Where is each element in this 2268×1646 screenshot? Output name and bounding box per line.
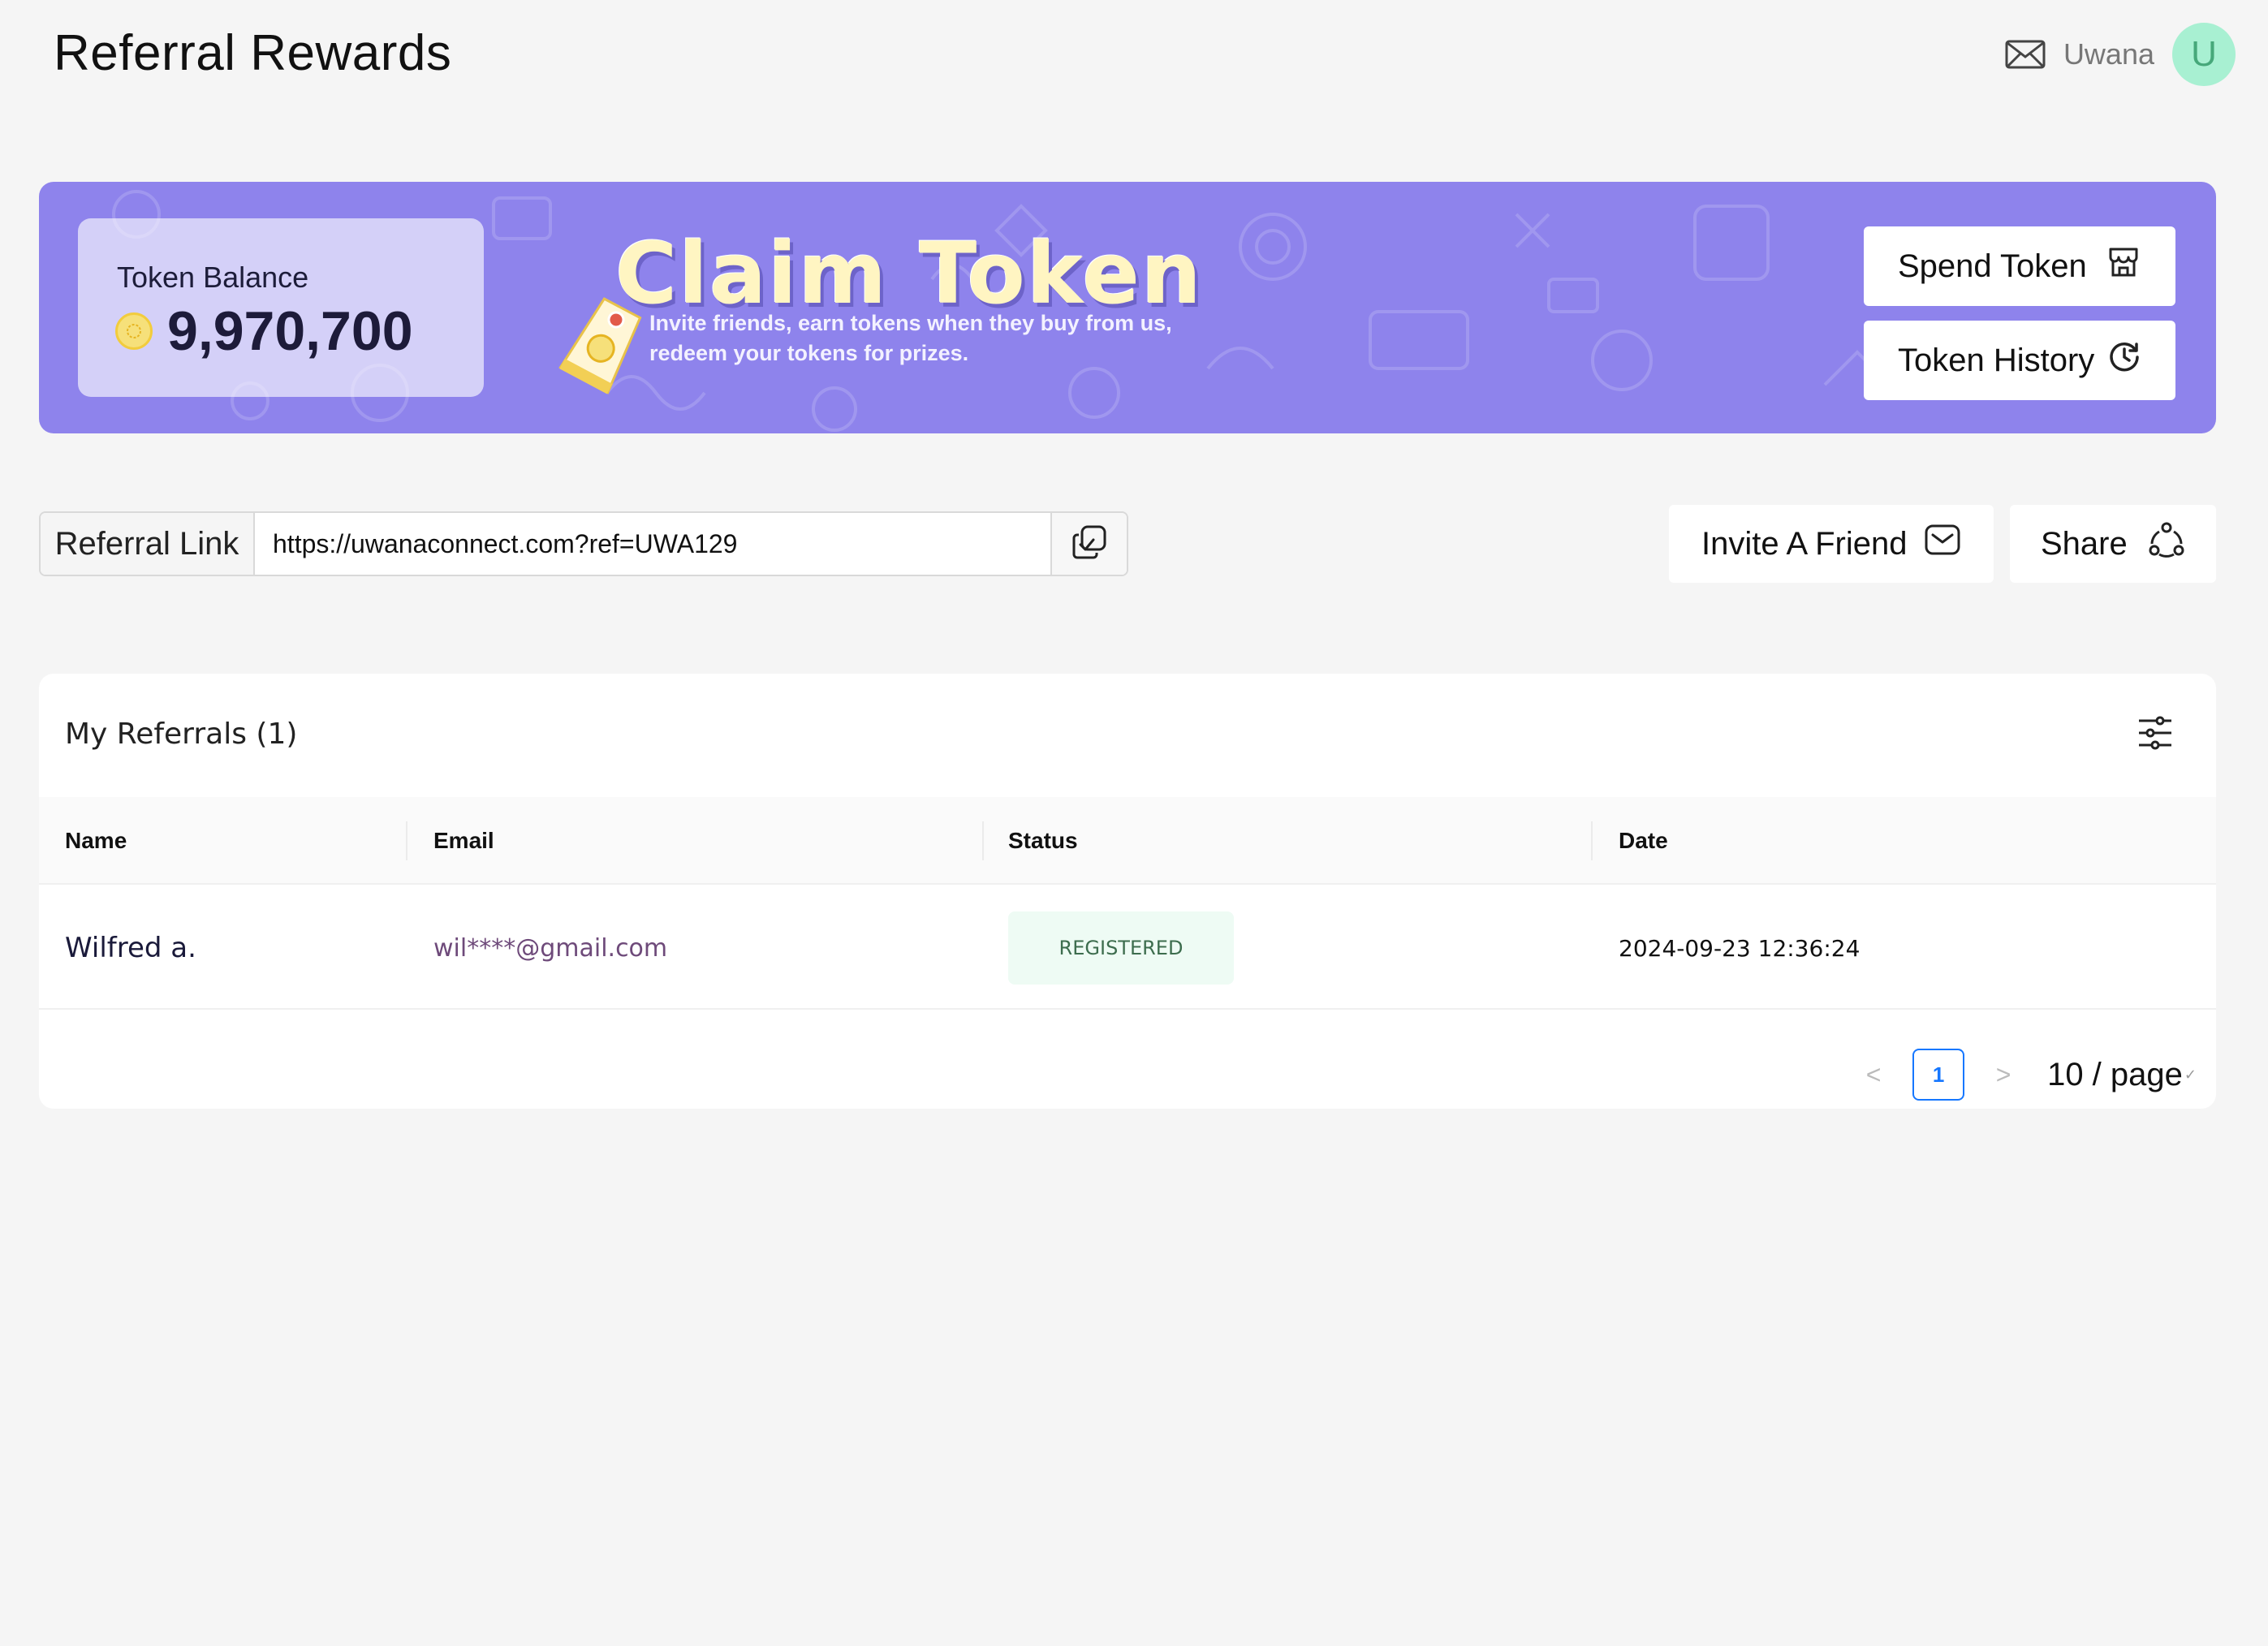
mail-icon[interactable] bbox=[2005, 40, 2046, 69]
my-referrals-card: My Referrals (1) Name Email Status Date … bbox=[39, 674, 2216, 1109]
copy-link-button[interactable] bbox=[1050, 513, 1127, 575]
page-size-select[interactable]: 10 / page ✓ bbox=[2047, 1057, 2197, 1093]
table-header: Name Email Status Date bbox=[39, 797, 2216, 885]
referral-link-input[interactable] bbox=[255, 513, 1050, 575]
token-balance-card: Token Balance 9,970,700 bbox=[78, 218, 484, 397]
share-icon bbox=[2148, 521, 2185, 567]
spend-token-label: Spend Token bbox=[1898, 248, 2087, 284]
avatar[interactable]: U bbox=[2172, 23, 2236, 86]
store-icon bbox=[2106, 244, 2141, 288]
page-size-value: 10 / page bbox=[2047, 1056, 2183, 1092]
prev-page-button[interactable]: < bbox=[1857, 1060, 1890, 1090]
mail-icon bbox=[1924, 524, 1961, 564]
coin-icon bbox=[115, 312, 153, 350]
page-title: Referral Rewards bbox=[54, 25, 452, 81]
user-name[interactable]: Uwana bbox=[2063, 37, 2154, 71]
cell-name: Wilfred a. bbox=[65, 932, 196, 964]
column-header-date[interactable]: Date bbox=[1619, 797, 1668, 885]
filter-settings-icon[interactable] bbox=[2136, 714, 2174, 756]
column-header-name[interactable]: Name bbox=[65, 797, 127, 885]
invite-friend-button[interactable]: Invite A Friend bbox=[1669, 505, 1994, 583]
column-header-email[interactable]: Email bbox=[433, 797, 494, 885]
user-menu[interactable]: Uwana U bbox=[2005, 23, 2236, 86]
cell-email: wil****@gmail.com bbox=[433, 933, 668, 963]
referral-link-label: Referral Link bbox=[41, 513, 255, 575]
page-number-button[interactable]: 1 bbox=[1912, 1049, 1965, 1101]
share-label: Share bbox=[2041, 525, 2128, 562]
cell-date: 2024-09-23 12:36:24 bbox=[1619, 934, 1861, 962]
invite-friend-label: Invite A Friend bbox=[1701, 525, 1908, 562]
column-header-status[interactable]: Status bbox=[1008, 797, 1078, 885]
referral-link-group: Referral Link bbox=[39, 511, 1128, 576]
status-badge: REGISTERED bbox=[1008, 911, 1234, 985]
next-page-button[interactable]: > bbox=[1987, 1060, 2020, 1090]
table-row[interactable]: Wilfred a. wil****@gmail.com REGISTERED … bbox=[39, 886, 2216, 1010]
token-balance-value: 9,970,700 bbox=[167, 300, 413, 362]
claim-token-description: Invite friends, earn tokens when they bu… bbox=[649, 311, 1172, 365]
spend-token-button[interactable]: Spend Token bbox=[1864, 226, 2175, 306]
copy-icon bbox=[1071, 524, 1108, 565]
my-referrals-title: My Referrals (1) bbox=[65, 717, 298, 751]
chevron-down-icon: ✓ bbox=[2184, 1066, 2197, 1083]
claim-token-banner: Token Balance 9,970,700 Claim Token Invi… bbox=[39, 182, 2216, 433]
pagination: < 1 > 10 / page ✓ bbox=[1857, 1049, 2197, 1101]
cell-status: REGISTERED bbox=[1008, 886, 1234, 1010]
share-button[interactable]: Share bbox=[2010, 505, 2216, 583]
token-history-label: Token History bbox=[1898, 342, 2095, 378]
history-icon bbox=[2107, 339, 2141, 381]
token-history-button[interactable]: Token History bbox=[1864, 321, 2175, 400]
token-balance-label: Token Balance bbox=[117, 261, 309, 294]
